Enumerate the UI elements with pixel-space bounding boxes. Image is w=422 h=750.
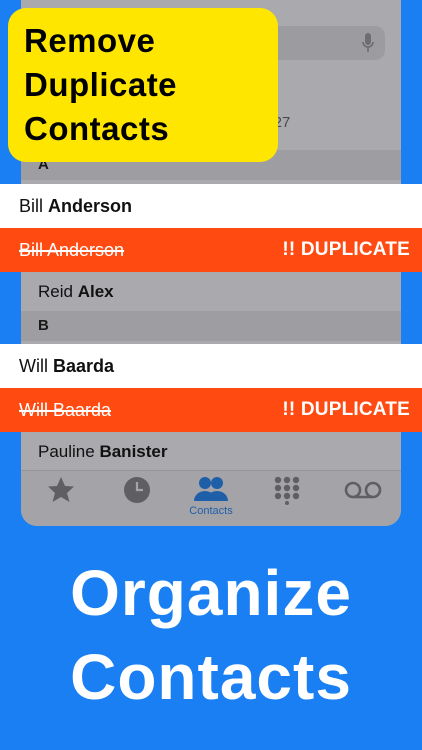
contact-row-original[interactable]: Will Baarda [0, 344, 422, 388]
callout-banner: Remove Duplicate Contacts [8, 8, 278, 162]
contact-row[interactable]: Reid Alex [21, 271, 401, 311]
callout-line: Contacts [24, 110, 170, 147]
callout-line: Remove [24, 22, 156, 59]
tab-contacts-label: Contacts [189, 505, 233, 517]
contact-name: Reid Alex [38, 282, 114, 301]
duplicate-badge: !! DUPLICATE [282, 399, 410, 420]
clock-icon [124, 477, 150, 503]
contact-name: Pauline Banister [38, 442, 168, 461]
contact-row-original[interactable]: Bill Anderson [0, 184, 422, 228]
contact-row-duplicate[interactable]: Will Baarda !! DUPLICATE [0, 388, 422, 432]
tab-keypad[interactable] [249, 475, 325, 525]
duplicate-contact-name: Will Baarda [19, 400, 112, 420]
headline-line: Organize [70, 557, 352, 629]
star-icon [48, 477, 74, 502]
microphone-icon[interactable] [361, 32, 375, 54]
tab-voicemail[interactable] [325, 475, 401, 525]
tab-contacts[interactable]: Contacts [173, 475, 249, 525]
tab-favorites[interactable] [23, 475, 99, 525]
contacts-icon [194, 477, 228, 501]
tab-bar: Contacts [21, 470, 401, 526]
contact-row[interactable]: Pauline Banister [21, 432, 401, 470]
keypad-icon [274, 476, 300, 505]
callout-line: Duplicate [24, 66, 178, 103]
duplicate-badge: !! DUPLICATE [282, 239, 410, 260]
contact-name: Bill Anderson [19, 196, 133, 216]
tab-recents[interactable] [99, 475, 175, 525]
voicemail-icon [344, 481, 382, 499]
headline-line: Contacts [70, 641, 352, 713]
contact-name: Will Baarda [19, 356, 115, 376]
contact-row-duplicate[interactable]: Bill Anderson !! DUPLICATE [0, 228, 422, 272]
section-header-b: B [21, 311, 401, 341]
duplicate-contact-name: Bill Anderson [19, 240, 125, 260]
